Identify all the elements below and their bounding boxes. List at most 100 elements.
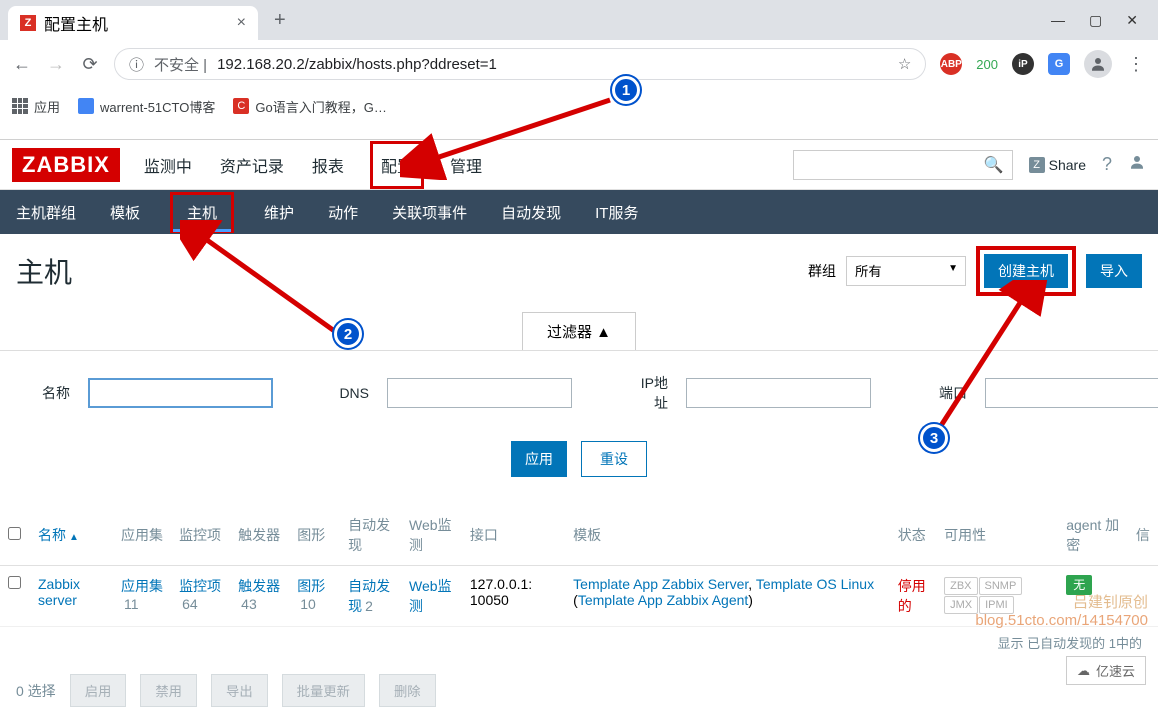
cloud-icon: ☁ (1077, 663, 1090, 679)
back-button[interactable]: ← (12, 54, 32, 75)
avail-jmx: JMX (944, 596, 978, 614)
ip-extension-icon[interactable]: iP (1012, 53, 1034, 75)
user-icon[interactable] (1128, 153, 1146, 176)
subnav-discovery[interactable]: 自动发现 (497, 192, 565, 233)
status-toggle[interactable]: 停用的 (898, 578, 926, 614)
translate-extension-icon[interactable]: G (1048, 53, 1070, 75)
subnav-hosts[interactable]: 主机 (170, 192, 234, 233)
subnav-actions[interactable]: 动作 (324, 192, 362, 233)
menu-icon[interactable]: ⋮ (1126, 54, 1146, 75)
template-link[interactable]: Template OS Linux (756, 576, 874, 592)
filter-dns-input[interactable] (387, 378, 572, 408)
apps-icon (12, 98, 28, 114)
main-nav: 监测中 资产记录 报表 配置 管理 (142, 141, 484, 189)
filter-toggle[interactable]: 过滤器 ▲ (522, 312, 636, 350)
address-bar[interactable]: ⓘ 不安全 | 192.168.20.2/zabbix/hosts.php?dd… (114, 48, 926, 80)
hosts-table: 名称▲ 应用集 监控项 触发器 图形 自动发现 Web监测 接口 模板 状态 可… (0, 505, 1158, 627)
subnav-services[interactable]: IT服务 (591, 192, 642, 233)
filter-apply-button[interactable]: 应用 (511, 441, 567, 477)
filter-panel: 名称 DNS IP地址 端口 应用 重设 (0, 350, 1158, 499)
displaying-text: 显示 已自动发现的 1中的 (0, 627, 1158, 658)
zabbix-logo[interactable]: ZABBIX (12, 148, 120, 182)
help-icon[interactable]: ? (1102, 154, 1112, 175)
subnav-maintenance[interactable]: 维护 (260, 192, 298, 233)
nav-inventory[interactable]: 资产记录 (218, 141, 286, 189)
minimize-icon[interactable]: — (1051, 12, 1065, 29)
filter-ip-input[interactable] (686, 378, 871, 408)
import-button[interactable]: 导入 (1086, 254, 1142, 288)
page-title-row: 主机 群组 所有 创建主机 导入 (0, 234, 1158, 308)
disable-button: 禁用 (140, 674, 197, 707)
close-tab-icon[interactable]: × (237, 14, 246, 32)
row-checkbox[interactable] (8, 576, 21, 589)
col-templates: 模板 (565, 505, 890, 566)
selected-count: 0 选择 (16, 681, 56, 701)
filter-name-input[interactable] (88, 378, 273, 408)
maximize-icon[interactable]: ▢ (1089, 12, 1102, 29)
title-actions: 群组 所有 创建主机 导入 (808, 246, 1142, 296)
close-window-icon[interactable]: ✕ (1126, 12, 1138, 29)
share-z-icon: Z (1029, 157, 1045, 173)
share-button[interactable]: Z Share (1029, 157, 1086, 173)
triggers-link[interactable]: 触发器 (238, 578, 280, 594)
graphs-link[interactable]: 图形 (297, 578, 325, 594)
browser-tab[interactable]: Z 配置主机 × (8, 6, 258, 40)
new-tab-button[interactable]: + (274, 9, 286, 32)
subnav-hostgroups[interactable]: 主机群组 (12, 192, 80, 233)
window-controls: — ▢ ✕ (1051, 12, 1150, 29)
subnav-templates[interactable]: 模板 (106, 192, 144, 233)
group-select[interactable]: 所有 (846, 256, 966, 286)
bookmark-51cto[interactable]: warrent-51CTO博客 (78, 97, 215, 116)
search-box[interactable]: 🔍 (793, 150, 1013, 180)
abp-extension-icon[interactable]: ABP (940, 53, 962, 75)
zabbix-favicon: Z (20, 15, 36, 31)
avail-ipmi: IPMI (979, 596, 1014, 614)
filter-ip-label: IP地址 (630, 373, 668, 413)
yisu-badge[interactable]: ☁ 亿速云 (1066, 656, 1146, 685)
col-name[interactable]: 名称▲ (30, 505, 113, 566)
filter-buttons: 应用 重设 (32, 441, 1126, 477)
filter-reset-button[interactable]: 重设 (581, 441, 647, 477)
subnav-correlation[interactable]: 关联项事件 (388, 192, 471, 233)
bookmark-go[interactable]: C Go语言入门教程，G… (233, 97, 386, 116)
apps-bookmark[interactable]: 应用 (12, 97, 60, 116)
export-button: 导出 (211, 674, 268, 707)
select-all-checkbox[interactable] (8, 527, 21, 540)
col-apps: 应用集 (113, 505, 171, 566)
interface-cell: 127.0.0.1: 10050 (462, 566, 565, 627)
apps-link[interactable]: 应用集 (121, 578, 163, 594)
host-name-link[interactable]: Zabbix server (38, 576, 80, 608)
extension-count[interactable]: 200 (976, 57, 998, 72)
col-web: Web监测 (401, 505, 462, 566)
filter-port-label: 端口 (929, 383, 967, 403)
avail-zbx: ZBX (944, 577, 977, 595)
bookmark-bar: 应用 warrent-51CTO博客 C Go语言入门教程，G… (0, 88, 1158, 124)
nav-configuration[interactable]: 配置 (370, 141, 424, 189)
search-icon[interactable]: 🔍 (984, 155, 1004, 175)
avail-snmp: SNMP (979, 577, 1023, 595)
col-triggers: 触发器 (230, 505, 289, 566)
filter-tab-row: 过滤器 ▲ (0, 312, 1158, 350)
page-title: 主机 (16, 251, 72, 291)
col-graphs: 图形 (289, 505, 340, 566)
templates-cell: Template App Zabbix Server, Template OS … (565, 566, 890, 627)
items-link[interactable]: 监控项 (179, 578, 221, 594)
col-status: 状态 (890, 505, 936, 566)
star-icon[interactable]: ☆ (898, 55, 911, 73)
template-link[interactable]: Template App Zabbix Server (573, 576, 748, 592)
col-availability: 可用性 (936, 505, 1058, 566)
bookmark-icon: C (233, 98, 249, 114)
nav-reports[interactable]: 报表 (310, 141, 346, 189)
create-host-button[interactable]: 创建主机 (984, 254, 1068, 288)
nav-administration[interactable]: 管理 (448, 141, 484, 189)
extension-area: ABP 200 iP G ⋮ (940, 50, 1146, 78)
search-input[interactable] (802, 157, 984, 172)
filter-port-input[interactable] (985, 378, 1158, 408)
profile-avatar[interactable] (1084, 50, 1112, 78)
reload-button[interactable]: ⟳ (80, 54, 100, 75)
template-link[interactable]: Template App Zabbix Agent (578, 592, 748, 608)
info-icon[interactable]: ⓘ (129, 54, 144, 75)
nav-monitoring[interactable]: 监测中 (142, 141, 194, 189)
web-link[interactable]: Web监测 (409, 578, 452, 614)
filter-fields: 名称 DNS IP地址 端口 (32, 373, 1126, 413)
